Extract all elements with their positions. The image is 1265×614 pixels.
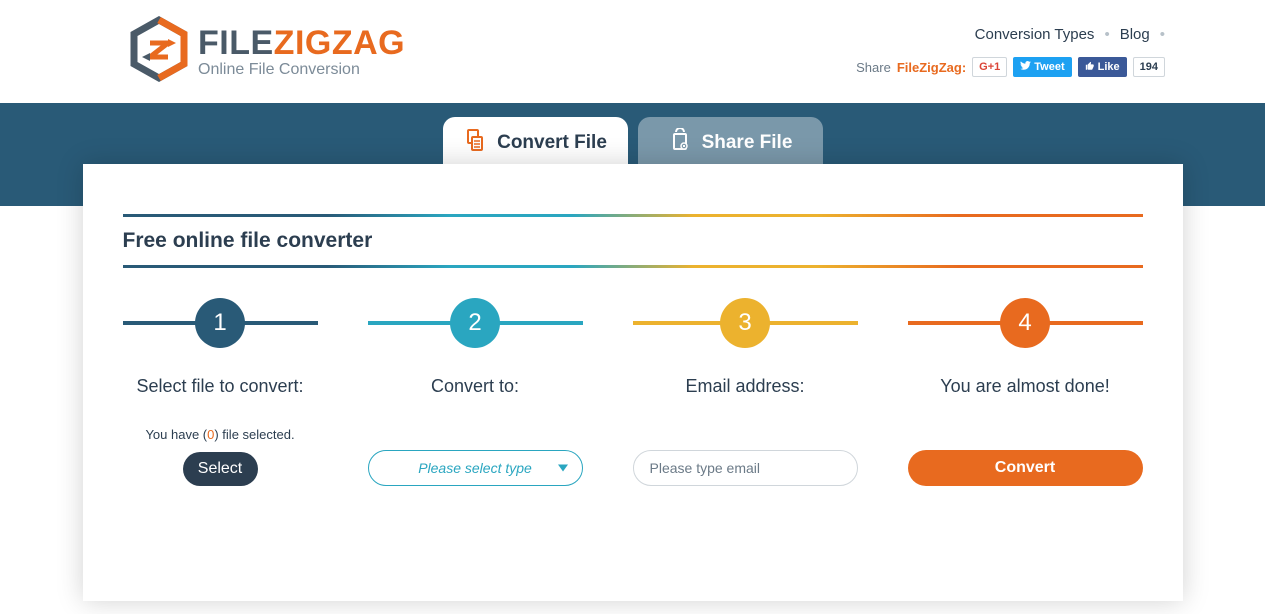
tweet-label: Tweet (1034, 61, 1064, 73)
logo-text-file: FILE (198, 24, 274, 62)
logo-hex-icon (130, 10, 188, 93)
nav-conversion-types[interactable]: Conversion Types (975, 26, 1095, 43)
step-3: 3 Email address: (633, 298, 858, 486)
nav-blog[interactable]: Blog (1120, 26, 1150, 43)
tweet-button[interactable]: Tweet (1013, 57, 1071, 77)
convert-type-select[interactable]: Please select type (368, 450, 583, 486)
step-4-number: 4 (1018, 309, 1031, 337)
step-1-number: 1 (213, 309, 226, 337)
tab-share-label: Share File (702, 132, 793, 154)
nav-separator: • (1160, 26, 1165, 43)
chevron-down-icon (558, 465, 568, 472)
step-3-number: 3 (738, 309, 751, 337)
header: FILEZIGZAG Online File Conversion Conver… (0, 0, 1265, 103)
email-input[interactable] (633, 450, 858, 486)
step-3-circle: 3 (720, 298, 770, 348)
rainbow-divider (123, 265, 1143, 268)
step-2-number: 2 (468, 309, 481, 337)
share-label: Share (856, 60, 891, 75)
step-2: 2 Convert to: Please select type (368, 298, 583, 486)
document-cloud-icon (668, 128, 692, 158)
tab-convert-file[interactable]: Convert File (443, 117, 628, 169)
google-plus-icon: G+1 (979, 61, 1000, 73)
nav-links: Conversion Types • Blog • (975, 26, 1165, 43)
step-2-title: Convert to: (368, 376, 583, 397)
facebook-like-count: 194 (1133, 57, 1165, 77)
step-1: 1 Select file to convert: You have (0) f… (123, 298, 318, 486)
nav-separator: • (1104, 26, 1109, 43)
select-file-button[interactable]: Select (183, 452, 258, 486)
main-panel: Free online file converter 1 Select file… (83, 164, 1183, 601)
document-arrows-icon (463, 128, 487, 158)
step-1-title: Select file to convert: (123, 376, 318, 397)
share-bar: Share FileZigZag: G+1 Tweet Like 194 (856, 57, 1165, 77)
logo-text-zigzag: ZIGZAG (274, 24, 405, 62)
step-1-sub-after: ) file selected. (214, 427, 294, 442)
step-2-circle: 2 (450, 298, 500, 348)
step-3-title: Email address: (633, 376, 858, 397)
tab-share-file[interactable]: Share File (638, 117, 823, 169)
step-1-subtext: You have (0) file selected. (123, 427, 318, 442)
step-1-sub-before: You have ( (145, 427, 207, 442)
step-4-circle: 4 (1000, 298, 1050, 348)
thumbs-up-icon (1085, 61, 1095, 74)
fblike-label: Like (1098, 61, 1120, 73)
logo-text: FILEZIGZAG (198, 26, 405, 60)
logo-subtitle: Online File Conversion (198, 62, 405, 78)
tab-convert-label: Convert File (497, 132, 607, 154)
google-plus-button[interactable]: G+1 (972, 57, 1007, 77)
twitter-bird-icon (1020, 61, 1031, 73)
step-1-circle: 1 (195, 298, 245, 348)
header-right: Conversion Types • Blog • Share FileZigZ… (856, 26, 1165, 77)
panel-title: Free online file converter (123, 217, 1143, 265)
tabs: Convert File Share File (443, 117, 823, 169)
steps-row: 1 Select file to convert: You have (0) f… (123, 298, 1143, 486)
share-brand: FileZigZag: (897, 60, 966, 75)
step-4-title: You are almost done! (908, 376, 1143, 397)
convert-button[interactable]: Convert (908, 450, 1143, 486)
convert-type-placeholder: Please select type (418, 460, 532, 476)
step-4: 4 You are almost done! Convert (908, 298, 1143, 486)
logo[interactable]: FILEZIGZAG Online File Conversion (130, 10, 405, 93)
facebook-like-button[interactable]: Like (1078, 57, 1127, 77)
